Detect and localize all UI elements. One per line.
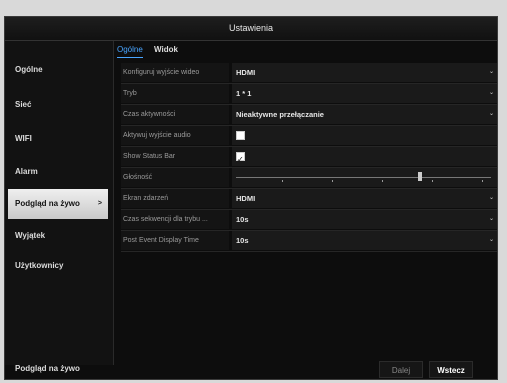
setting-row: Czas sekwencji dla trybu ... 10s ⌄: [121, 210, 497, 231]
setting-row: Post Event Display Time 10s ⌄: [121, 231, 497, 252]
setting-row: Czas aktywności Nieaktywne przełączanie …: [121, 105, 497, 126]
chevron-down-icon: ⌄: [488, 90, 494, 96]
slider-tick: [282, 180, 283, 182]
setting-label: Czas aktywności: [121, 105, 229, 124]
post-event-time-dropdown[interactable]: 10s ⌄: [232, 231, 497, 250]
sidebar-item-podglad-na-zywo[interactable]: Podgląd na żywo >: [8, 189, 108, 219]
dropdown-value: 10s: [236, 215, 249, 224]
dropdown-value: Nieaktywne przełączanie: [236, 110, 324, 119]
status-current-view: Podgląd na żywo: [15, 364, 80, 373]
chevron-down-icon: ⌄: [488, 237, 494, 243]
video-output-dropdown[interactable]: HDMI ⌄: [232, 63, 497, 82]
settings-window: Ustawienia Ogólne Sieć WIFI Alarm Podglą…: [4, 16, 498, 380]
sidebar: Ogólne Sieć WIFI Alarm Podgląd na żywo >…: [5, 41, 114, 365]
sidebar-item-ogolne[interactable]: Ogólne: [8, 55, 108, 85]
window-title: Ustawienia: [5, 17, 497, 41]
sidebar-item-label: Użytkownicy: [15, 261, 64, 270]
slider-tick: [332, 180, 333, 182]
slider-tick: [382, 180, 383, 182]
sidebar-item-wifi[interactable]: WIFI: [8, 124, 108, 154]
setting-row: Konfiguruj wyjście wideo HDMI ⌄: [121, 63, 497, 84]
setting-row: Show Status Bar: [121, 147, 497, 169]
setting-row: Głośność: [121, 168, 497, 189]
next-button[interactable]: Dalej: [379, 361, 423, 378]
dropdown-value: HDMI: [236, 194, 256, 203]
slider-tick: [432, 180, 433, 182]
slider-tick: [482, 180, 483, 182]
setting-label: Czas sekwencji dla trybu ...: [121, 210, 229, 229]
sidebar-item-uzytkownicy[interactable]: Użytkownicy: [8, 251, 108, 281]
activity-time-dropdown[interactable]: Nieaktywne przełączanie ⌄: [232, 105, 497, 124]
slider-track: [236, 177, 491, 178]
tab-bar: Ogólne Widok: [117, 43, 497, 58]
slider-thumb[interactable]: [417, 172, 422, 181]
sidebar-item-label: Wyjątek: [15, 231, 46, 240]
status-bar-cell: [232, 147, 497, 169]
audio-output-checkbox[interactable]: [236, 131, 245, 140]
sidebar-item-label: Alarm: [15, 167, 38, 176]
sidebar-item-wyjatek[interactable]: Wyjątek: [8, 221, 108, 251]
tab-widok[interactable]: Widok: [154, 43, 178, 57]
audio-output-cell: [232, 126, 497, 145]
setting-label: Głośność: [121, 168, 229, 187]
sidebar-item-siec[interactable]: Sieć: [8, 90, 108, 120]
sidebar-item-label: Sieć: [15, 100, 32, 109]
mode-dropdown[interactable]: 1 * 1 ⌄: [232, 84, 497, 103]
sidebar-item-label: Ogólne: [15, 65, 43, 74]
setting-row: Tryb 1 * 1 ⌄: [121, 84, 497, 105]
sequence-time-dropdown[interactable]: 10s ⌄: [232, 210, 497, 229]
volume-slider[interactable]: [232, 168, 497, 187]
setting-row: Ekran zdarzeń HDMI ⌄: [121, 189, 497, 210]
dropdown-value: 1 * 1: [236, 89, 252, 98]
event-screen-dropdown[interactable]: HDMI ⌄: [232, 189, 497, 208]
chevron-down-icon: ⌄: [488, 216, 494, 222]
setting-label: Konfiguruj wyjście wideo: [121, 63, 229, 82]
dropdown-value: 10s: [236, 236, 249, 245]
back-button[interactable]: Wstecz: [429, 361, 473, 378]
setting-label: Aktywuj wyjście audio: [121, 126, 229, 145]
setting-label: Show Status Bar: [121, 147, 229, 166]
dropdown-value: HDMI: [236, 68, 256, 77]
sidebar-item-label: WIFI: [15, 134, 32, 143]
setting-label: Ekran zdarzeń: [121, 189, 229, 208]
chevron-right-icon: >: [97, 200, 102, 207]
setting-label: Post Event Display Time: [121, 231, 229, 250]
sidebar-item-alarm[interactable]: Alarm: [8, 157, 108, 187]
tab-ogolne[interactable]: Ogólne: [117, 43, 143, 58]
chevron-down-icon: ⌄: [488, 111, 494, 117]
setting-label: Tryb: [121, 84, 229, 103]
chevron-down-icon: ⌄: [488, 69, 494, 75]
status-bar-checkbox[interactable]: [236, 150, 245, 169]
setting-row: Aktywuj wyjście audio: [121, 126, 497, 147]
sidebar-item-label: Podgląd na żywo: [15, 199, 80, 208]
chevron-down-icon: ⌄: [488, 195, 494, 201]
